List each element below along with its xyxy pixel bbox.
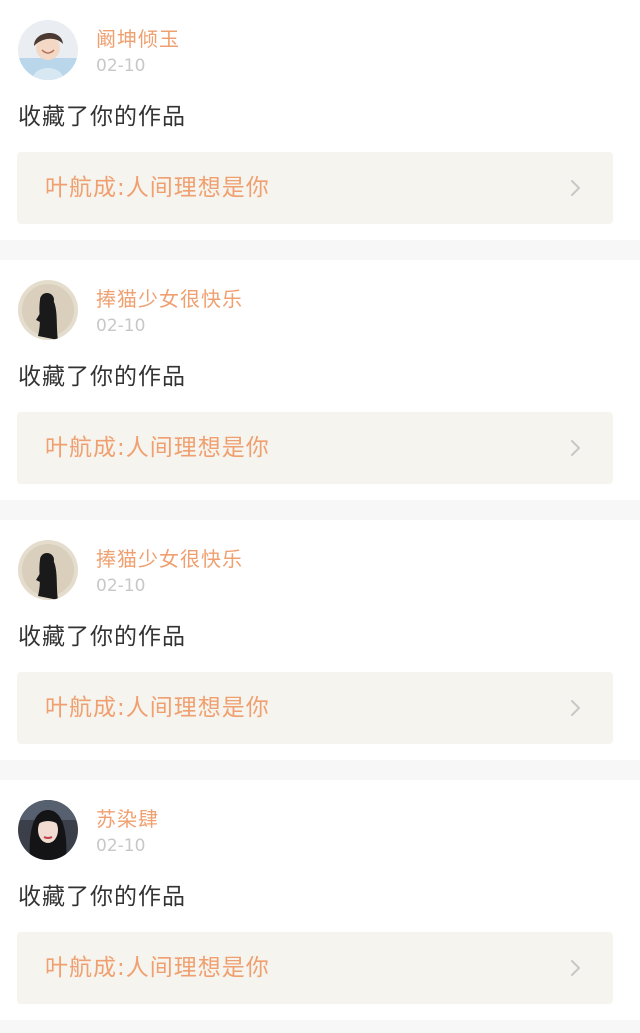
username[interactable]: 苏染肆 <box>96 806 159 832</box>
action-text: 收藏了你的作品 <box>18 104 186 130</box>
notification-card: 捧猫少女很快乐 02-10 收藏了你的作品 叶航成:人间理想是你 <box>0 520 640 760</box>
username[interactable]: 捧猫少女很快乐 <box>96 546 243 572</box>
work-link[interactable]: 叶航成:人间理想是你 <box>17 672 613 744</box>
timestamp: 02-10 <box>96 836 146 856</box>
notification-list: 阚坤倾玉 02-10 收藏了你的作品 叶航成:人间理想是你 捧猫少女很快乐 02… <box>0 0 640 1020</box>
work-title: 叶航成:人间理想是你 <box>45 435 270 461</box>
boy-portrait-avatar-icon <box>18 20 78 80</box>
username[interactable]: 阚坤倾玉 <box>96 26 180 52</box>
action-text: 收藏了你的作品 <box>18 364 186 390</box>
user-avatar[interactable] <box>18 540 78 600</box>
work-title: 叶航成:人间理想是你 <box>45 175 270 201</box>
work-link[interactable]: 叶航成:人间理想是你 <box>17 412 613 484</box>
user-avatar[interactable] <box>18 800 78 860</box>
notification-card: 阚坤倾玉 02-10 收藏了你的作品 叶航成:人间理想是你 <box>0 0 640 240</box>
work-title: 叶航成:人间理想是你 <box>45 955 270 981</box>
action-text: 收藏了你的作品 <box>18 884 186 910</box>
girl-silhouette-avatar-icon <box>18 280 78 340</box>
work-title: 叶航成:人间理想是你 <box>45 695 270 721</box>
username[interactable]: 捧猫少女很快乐 <box>96 286 243 312</box>
notification-card: 苏染肆 02-10 收藏了你的作品 叶航成:人间理想是你 <box>0 780 640 1020</box>
user-avatar[interactable] <box>18 20 78 80</box>
chevron-right-icon <box>567 439 585 457</box>
timestamp: 02-10 <box>96 56 146 76</box>
timestamp: 02-10 <box>96 576 146 596</box>
chevron-right-icon <box>567 959 585 977</box>
chevron-right-icon <box>567 699 585 717</box>
chevron-right-icon <box>567 179 585 197</box>
action-text: 收藏了你的作品 <box>18 624 186 650</box>
work-link[interactable]: 叶航成:人间理想是你 <box>17 932 613 1004</box>
work-link[interactable]: 叶航成:人间理想是你 <box>17 152 613 224</box>
timestamp: 02-10 <box>96 316 146 336</box>
user-avatar[interactable] <box>18 280 78 340</box>
girl-silhouette-avatar-icon <box>18 540 78 600</box>
notification-card: 捧猫少女很快乐 02-10 收藏了你的作品 叶航成:人间理想是你 <box>0 260 640 500</box>
woman-portrait-avatar-icon <box>18 800 78 860</box>
